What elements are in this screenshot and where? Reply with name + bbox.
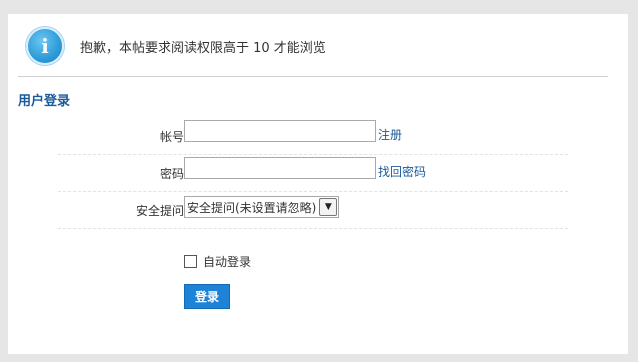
notice-message: 抱歉，本帖要求阅读权限高于 10 才能浏览 bbox=[80, 40, 326, 56]
security-question-select[interactable]: 安全提问(未设置请忽略) ▼ bbox=[184, 196, 340, 218]
security-question-row: 安全提问: 安全提问(未设置请忽略) ▼ bbox=[58, 192, 568, 229]
password-row: 密码: 找回密码 bbox=[58, 155, 568, 192]
account-input[interactable] bbox=[184, 120, 376, 142]
security-question-value: 安全提问(未设置请忽略) bbox=[187, 200, 317, 215]
info-icon: i bbox=[26, 27, 64, 65]
permission-notice: i 抱歉，本帖要求阅读权限高于 10 才能浏览 bbox=[26, 27, 586, 65]
password-input[interactable] bbox=[184, 157, 376, 179]
account-row: 帐号: 注册 bbox=[58, 118, 568, 155]
autologin-label[interactable]: 自动登录 bbox=[203, 253, 251, 270]
autologin-checkbox[interactable] bbox=[184, 255, 197, 268]
divider bbox=[18, 76, 608, 77]
chevron-down-icon[interactable]: ▼ bbox=[319, 198, 338, 216]
login-button[interactable]: 登录 bbox=[184, 284, 230, 309]
recover-password-link[interactable]: 找回密码 bbox=[378, 163, 426, 180]
info-icon-glyph: i bbox=[41, 34, 49, 58]
register-link[interactable]: 注册 bbox=[378, 126, 402, 143]
login-title: 用户登录 bbox=[18, 94, 71, 109]
autologin-option[interactable]: 自动登录 bbox=[184, 253, 251, 270]
security-question-label: 安全提问: bbox=[135, 204, 188, 218]
